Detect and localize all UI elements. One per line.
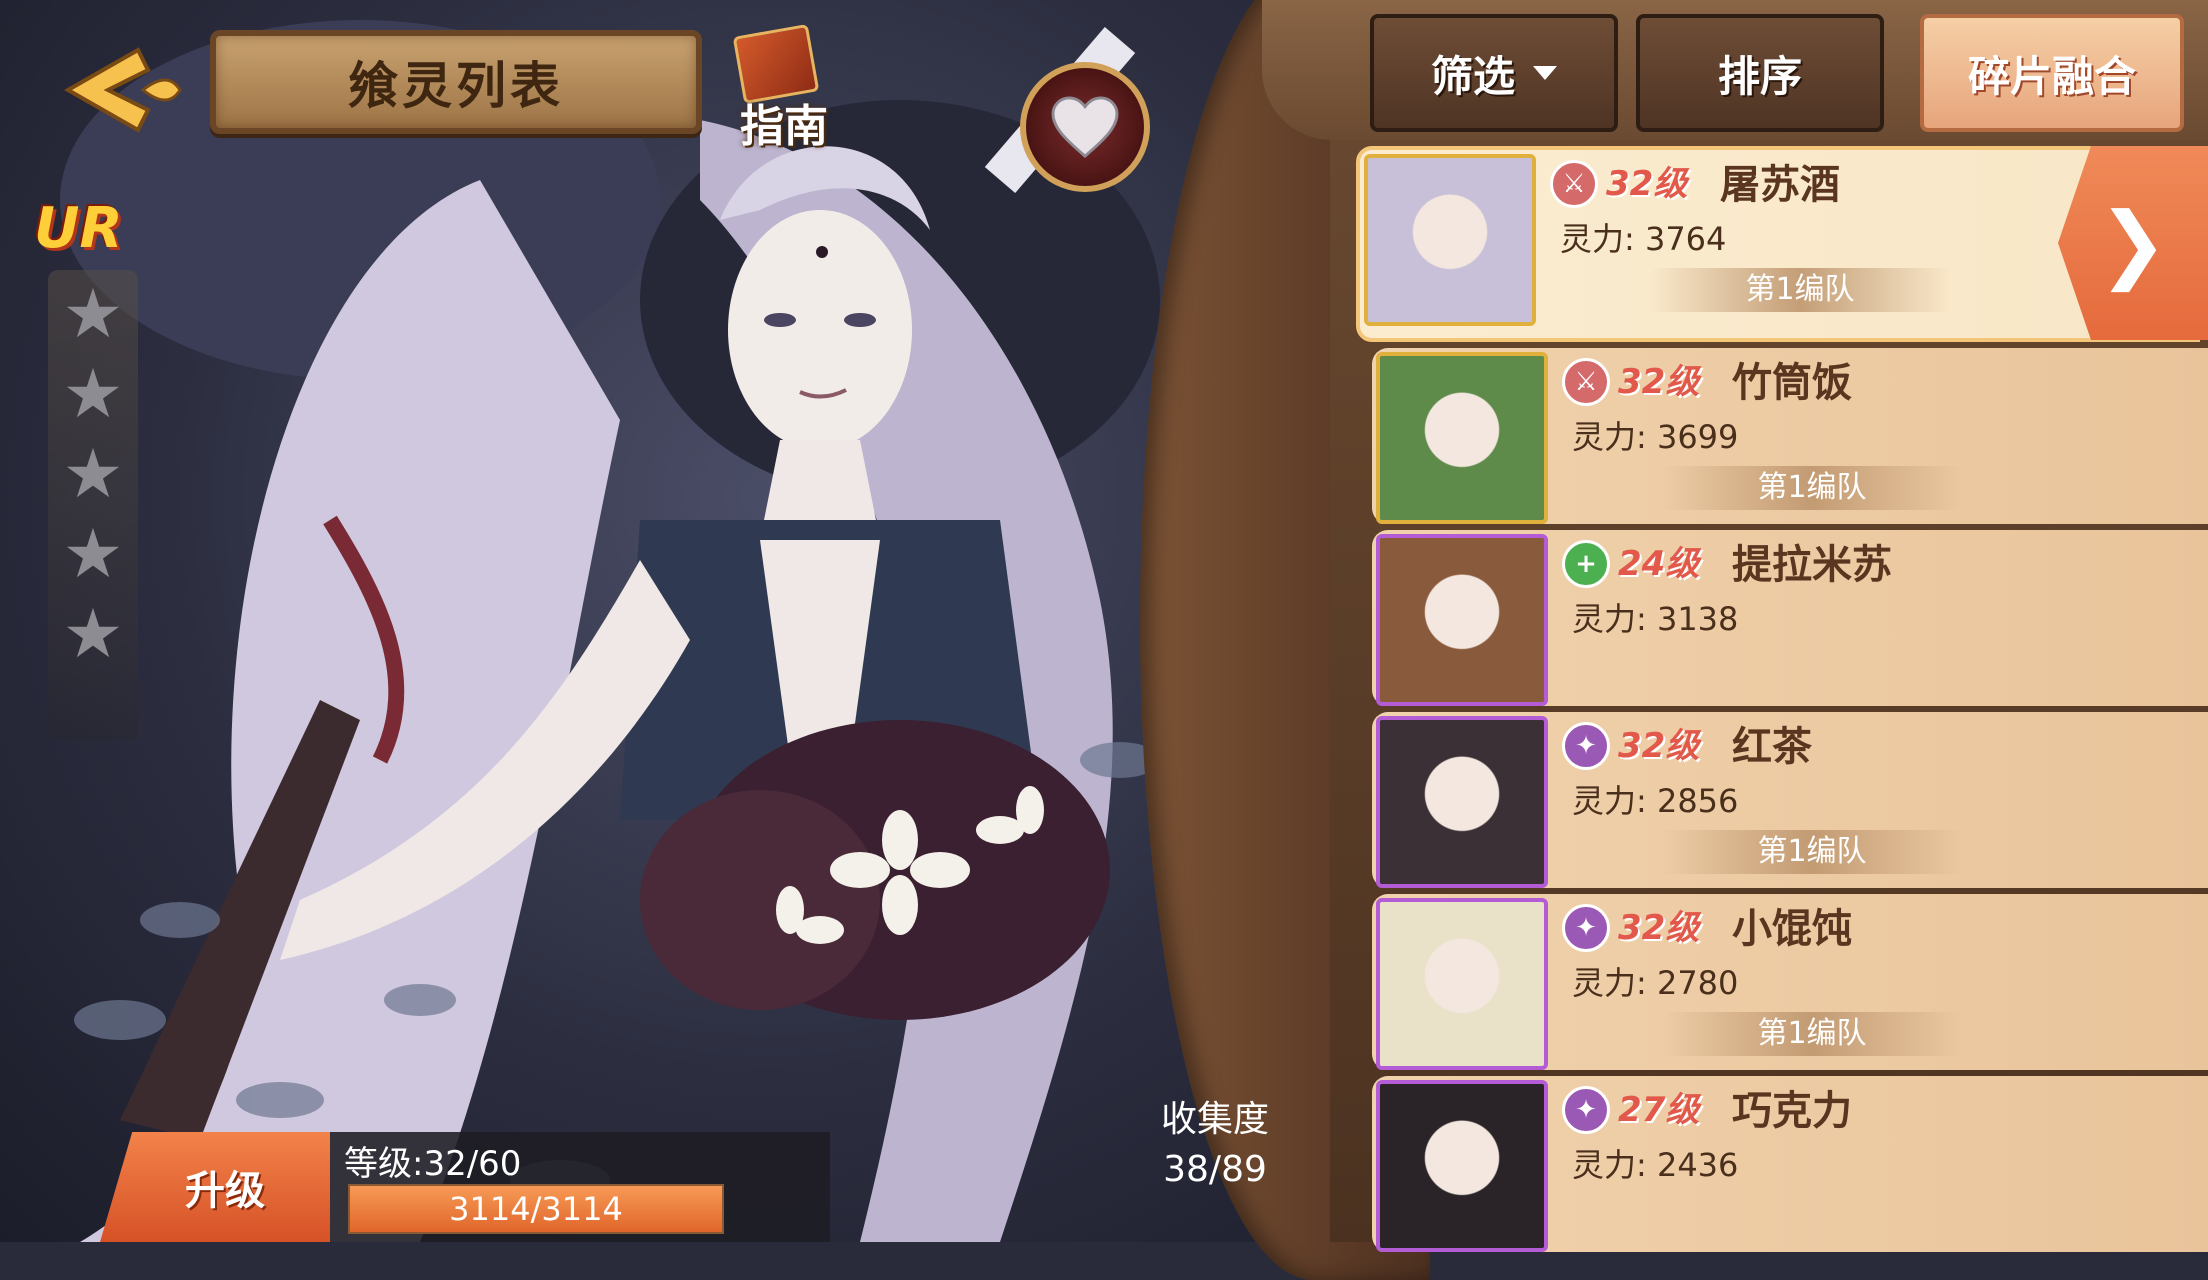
level-label: 32级 [1618,908,1700,948]
exp-bar: 3114/3114 [348,1184,724,1234]
roster-card[interactable]: +24级 提拉米苏灵力: 3138 [1372,530,2208,706]
character-name: 巧克力 [1732,1088,1852,1134]
star-icon: ★ [62,515,124,594]
character-name: 竹筒饭 [1732,360,1852,406]
level-label: 32级 [1606,164,1688,204]
magic-class-icon: ✦ [1562,722,1610,770]
power-value: 灵力: 2780 [1572,964,1739,1002]
power-value: 灵力: 3138 [1572,600,1739,638]
page-title-plate: 飨灵列表 [210,30,702,134]
filter-button[interactable]: 筛选 [1370,14,1618,132]
filter-label: 筛选 [1430,51,1515,101]
roster-card[interactable]: ✦ 27级 巧克力灵力: 2436 [1372,1076,2208,1252]
roster-card[interactable]: ✦ 32级 红茶灵力: 2856 第1编队 [1372,712,2208,888]
power-value: 灵力: 2856 [1572,782,1739,820]
roster-card[interactable]: ✦ 32级 小馄饨灵力: 2780 第1编队 [1372,894,2208,1070]
magic-class-icon: ✦ [1562,1086,1610,1134]
heart-icon [1051,96,1119,159]
back-button[interactable] [48,40,188,140]
character-name: 提拉米苏 [1732,542,1892,588]
character-name: 屠苏酒 [1720,162,1840,208]
exp-text: 3114/3114 [449,1190,623,1228]
power-value: 灵力: 2436 [1572,1146,1739,1184]
level-text: 等级:32/60 [344,1144,522,1184]
level-label: 32级 [1618,362,1700,402]
star-icon: ★ [62,355,124,434]
rarity-badge: UR [34,196,123,261]
star-rating: ★ ★ ★ ★ ★ [48,270,138,740]
level-panel: 等级:32/60 3114/3114 [330,1132,830,1242]
guide-button[interactable]: 指南 [720,23,840,152]
heal-class-icon: + [1562,540,1610,588]
back-arrow-icon [63,47,182,133]
favorite-button[interactable] [1020,62,1150,192]
character-portrait [1364,154,1536,326]
team-label: 第1编队 [1662,466,1962,510]
collection-value: 38/89 [1163,1149,1267,1190]
power-value: 灵力: 3699 [1572,418,1739,456]
magic-class-icon: ✦ [1562,904,1610,952]
team-label: 第1编队 [1662,1012,1962,1056]
collection-label: 收集度 [1160,1099,1269,1140]
character-portrait [1376,534,1548,706]
chevron-down-icon [1533,66,1557,80]
team-label: 第1编队 [1662,830,1962,874]
level-label: 27级 [1618,1090,1700,1130]
roster-card[interactable]: ⚔ 32级 竹筒饭灵力: 3699 第1编队 [1372,348,2208,524]
sort-button[interactable]: 排序 [1636,14,1884,132]
team-label: 第1编队 [1650,268,1950,312]
star-icon: ★ [62,275,124,354]
level-label: 24级 [1618,544,1700,584]
level-label: 32级 [1618,726,1700,766]
character-name: 红茶 [1732,724,1812,770]
fragment-fusion-button[interactable]: 碎片融合 [1920,14,2184,132]
power-value: 灵力: 3764 [1560,220,1727,258]
sword-class-icon: ⚔ [1550,160,1598,208]
sort-label: 排序 [1717,51,1802,101]
collection-progress: 收集度 38/89 [1130,1095,1300,1195]
chevron-right-icon: ❯ [2097,194,2169,292]
fuse-label: 碎片融合 [1967,51,2136,101]
page-title: 飨灵列表 [348,57,564,115]
upgrade-button[interactable]: 升级 [100,1132,330,1242]
character-portrait [1376,716,1548,888]
star-icon: ★ [62,595,124,674]
character-name: 小馄饨 [1732,906,1852,952]
upgrade-label: 升级 [185,1168,265,1214]
character-portrait [1376,352,1548,524]
character-portrait [1376,898,1548,1070]
guide-label: 指南 [740,101,828,152]
star-icon: ★ [62,435,124,514]
character-portrait [1376,1080,1548,1252]
sword-class-icon: ⚔ [1562,358,1610,406]
